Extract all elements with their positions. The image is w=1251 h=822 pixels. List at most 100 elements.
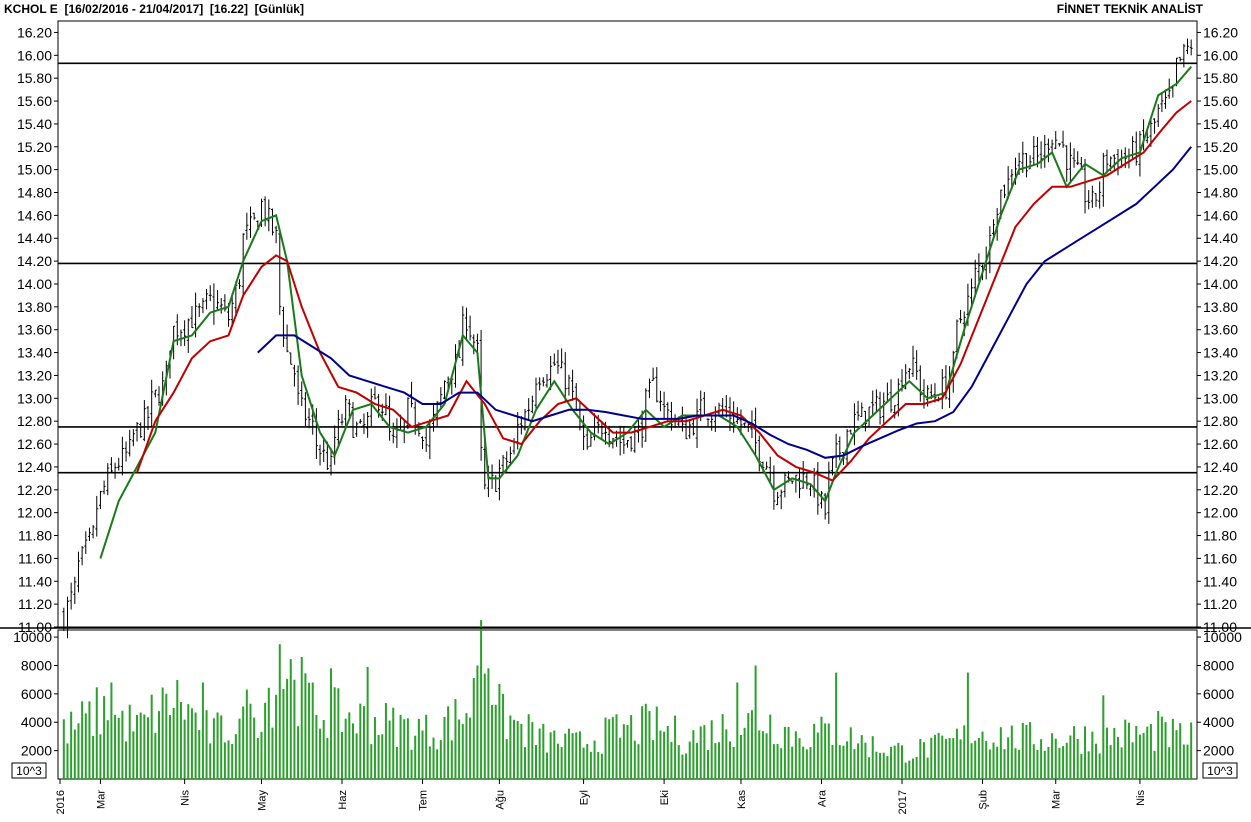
volume-bar <box>443 716 446 779</box>
volume-bar <box>150 694 153 779</box>
volume-bar <box>516 721 519 779</box>
price-bar <box>1156 103 1160 127</box>
volume-bar <box>165 693 168 779</box>
price-bar <box>655 367 659 403</box>
price-bar <box>959 309 963 324</box>
price-bar <box>384 393 388 416</box>
volume-bar <box>959 739 962 779</box>
volume-bar <box>641 706 644 779</box>
volume-bar <box>399 714 402 779</box>
price-bar <box>497 459 501 501</box>
price-bar <box>95 495 99 537</box>
volume-bar <box>275 694 278 779</box>
volume-bar <box>362 706 365 779</box>
volume-bar <box>179 702 182 779</box>
volume-bar <box>388 720 391 779</box>
volume-bar <box>92 735 95 779</box>
volume-bar <box>901 745 904 779</box>
volume-bar <box>707 750 710 779</box>
price-bar <box>369 388 373 427</box>
price-bar <box>915 350 919 380</box>
price-bar <box>366 411 370 438</box>
volume-bar <box>476 665 479 779</box>
volume-bar <box>70 711 73 779</box>
chart-canvas: 11.00 11.0011.20 11.2011.40 11.4011.60 11.60… <box>0 20 1251 814</box>
volume-bar <box>666 726 669 779</box>
price-bar <box>391 422 395 444</box>
price-bar <box>724 395 728 418</box>
price-bar <box>1094 193 1098 207</box>
volume-bar <box>626 725 629 779</box>
volume-bar <box>359 703 362 779</box>
volume-bar <box>161 687 164 779</box>
volume-bar <box>527 714 530 779</box>
price-bar <box>1083 158 1087 214</box>
x-tick-label: Tem <box>418 790 430 811</box>
price-bar <box>556 349 560 374</box>
volume-bar <box>125 741 128 779</box>
volume-bar <box>933 734 936 779</box>
price-tick-label-left: 16.20 <box>17 24 52 40</box>
volume-tick-label-left: 2000 <box>21 743 52 759</box>
volume-bar <box>143 714 146 779</box>
volume-bar <box>765 733 768 779</box>
volume-bar <box>245 689 248 779</box>
volume-bar <box>879 752 882 779</box>
volume-bar <box>494 704 497 779</box>
volume-bar <box>831 745 834 779</box>
volume-bar <box>1073 726 1076 779</box>
price-bar <box>1186 38 1190 55</box>
volume-bar <box>589 751 592 779</box>
volume-bar <box>172 708 175 779</box>
volume-bar <box>1160 716 1163 779</box>
price-bar <box>296 365 300 405</box>
volume-bar <box>73 729 76 779</box>
price-bar <box>1043 134 1047 168</box>
price-bar <box>871 390 875 417</box>
price-bar <box>190 305 194 329</box>
price-bar <box>940 369 944 410</box>
volume-bar <box>802 746 805 779</box>
volume-bar <box>545 752 548 779</box>
volume-bar <box>988 749 991 779</box>
price-bar <box>1068 142 1072 183</box>
price-bar <box>1087 190 1091 210</box>
price-tick-label-right: 11.20 <box>1203 596 1237 612</box>
volume-bar <box>622 724 625 779</box>
price-bar <box>358 418 362 424</box>
price-bar <box>977 253 981 282</box>
volume-bar <box>571 733 574 779</box>
price-bar <box>1032 136 1036 166</box>
volume-bar <box>66 743 69 779</box>
volume-bar <box>1098 753 1101 779</box>
volume-bar <box>502 693 505 779</box>
price-tick-label-left: 12.80 <box>17 413 52 429</box>
price-bar <box>534 377 538 411</box>
price-bar <box>336 409 340 446</box>
volume-bar <box>77 723 80 779</box>
volume-bar <box>271 727 274 779</box>
volume-bar <box>941 735 944 779</box>
x-tick-label: Nis <box>180 790 192 806</box>
volume-bar <box>630 715 633 779</box>
price-bar <box>98 490 102 510</box>
volume-bar <box>838 745 841 779</box>
volume-bar <box>846 741 849 779</box>
volume-bar <box>824 723 827 779</box>
price-bar <box>1153 118 1157 134</box>
volume-bar <box>1091 731 1094 779</box>
volume-bar <box>560 747 563 779</box>
x-tick-label: Eyl <box>579 790 591 805</box>
price-bar <box>819 491 823 509</box>
price-bar <box>395 418 399 448</box>
price-bar <box>567 374 571 396</box>
price-tick-label-right: 13.40 <box>1203 345 1238 361</box>
volume-bar <box>893 745 896 779</box>
price-bar <box>852 403 856 446</box>
price-panel: 11.00 11.0011.20 11.2011.40 11.4011.60 11.60… <box>17 20 1238 639</box>
volume-bar <box>311 682 314 779</box>
volume-bar <box>1029 722 1032 779</box>
volume-bar <box>253 717 256 779</box>
volume-bar <box>106 720 109 779</box>
volume-bar <box>461 724 464 779</box>
